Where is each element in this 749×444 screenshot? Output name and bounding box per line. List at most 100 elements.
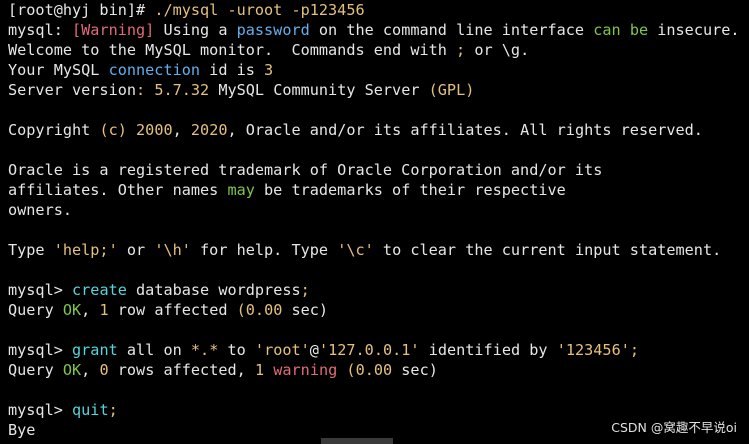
warning-text: on the command line interface xyxy=(309,21,594,39)
result-row-count: 1 xyxy=(99,301,109,319)
help-text: or xyxy=(117,241,155,259)
mysql-command-grant: mysql> grant all on *.* to 'root'@'127.0… xyxy=(8,340,749,360)
result-text: Query xyxy=(8,361,63,379)
help-text: for help. Type xyxy=(190,241,338,259)
sql-text: identified by xyxy=(419,341,557,359)
warning-line: mysql: [Warning] Using a password on the… xyxy=(8,20,749,40)
terminal-output: [root@hyj bin]# ./mysql -uroot -p123456 … xyxy=(8,0,749,440)
csdn-watermark: CSDN @窝趣不早说oi xyxy=(611,420,737,435)
connection-text: Your MySQL xyxy=(8,61,109,79)
result-text: Query xyxy=(8,301,63,319)
welcome-text: or \g. xyxy=(465,41,530,59)
help-command-h: '\h' xyxy=(154,241,191,259)
copyright-text: Copyright xyxy=(8,121,100,139)
server-version-text: MySQL Community Server xyxy=(209,81,429,99)
connection-id: 3 xyxy=(264,61,274,79)
result-warning-count: 1 xyxy=(254,361,265,379)
sql-keyword-grant: grant xyxy=(62,341,118,359)
sql-host: '127.0.0.1' xyxy=(318,341,420,359)
copyright-space xyxy=(127,121,136,139)
copyright-symbol: (c) xyxy=(99,121,127,139)
query-result-grant: Query OK, 0 rows affected, 1 warning (0.… xyxy=(8,360,749,380)
help-text: Type xyxy=(8,241,54,259)
mysql-command-quit: mysql> quit; xyxy=(8,400,749,420)
terminal-window[interactable]: [root@hyj bin]# ./mysql -uroot -p123456 … xyxy=(0,0,749,444)
server-version-number: 5.7.32 xyxy=(145,81,210,99)
copyright-year-end: 2020 xyxy=(190,121,228,139)
copyright-year-start: 2000 xyxy=(136,121,173,139)
warning-prefix: mysql: xyxy=(8,21,73,39)
result-time: (0.00 xyxy=(346,361,393,379)
help-command-c: '\c' xyxy=(337,241,374,259)
result-text: sec) xyxy=(392,361,438,379)
sql-text: database wordpress xyxy=(126,281,301,299)
sql-wildcard: *.* xyxy=(190,341,219,359)
mysql-command-create: mysql> create database wordpress; xyxy=(8,280,749,300)
welcome-semicolon: ; xyxy=(456,41,466,59)
result-text: sec) xyxy=(282,301,329,319)
copyright-comma: , xyxy=(172,121,191,139)
sql-password: '123456' xyxy=(556,341,630,359)
oracle-text: affiliates. Other names xyxy=(8,181,228,199)
warning-can-word: can xyxy=(593,21,621,39)
result-row-count: 0 xyxy=(99,361,109,379)
warning-text: insecure. xyxy=(648,21,740,39)
connection-text: id is xyxy=(200,61,265,79)
warning-password-word: password xyxy=(236,21,310,39)
shell-command: ./mysql -uroot -p123456 xyxy=(154,1,365,19)
query-result-create: Query OK, 1 row affected (0.00 sec) xyxy=(8,300,749,320)
warning-space xyxy=(621,21,630,39)
result-space xyxy=(264,361,273,379)
server-license: (GPL) xyxy=(428,81,475,99)
oracle-line-3: owners. xyxy=(8,200,749,220)
terminal-scrollbar[interactable] xyxy=(321,438,393,444)
mysql-prompt: mysql> xyxy=(8,401,63,419)
result-ok: OK xyxy=(62,301,82,319)
warning-text: Using a xyxy=(154,21,237,39)
connection-word: connection xyxy=(108,61,201,79)
oracle-text: owners. xyxy=(8,201,73,219)
result-ok: OK xyxy=(62,361,82,379)
oracle-line-2: affiliates. Other names may be trademark… xyxy=(8,180,749,200)
result-warning-word: warning xyxy=(273,361,338,379)
sql-text: all on xyxy=(117,341,191,359)
help-line: Type 'help;' or '\h' for help. Type '\c'… xyxy=(8,240,749,260)
connection-id-line: Your MySQL connection id is 3 xyxy=(8,60,749,80)
sql-keyword-create: create xyxy=(62,281,127,299)
oracle-may-word: may xyxy=(227,181,255,199)
help-text: to clear the current input statement. xyxy=(373,241,722,259)
server-version-label: Server version xyxy=(8,81,137,99)
oracle-line-1: Oracle is a registered trademark of Orac… xyxy=(8,160,749,180)
sql-at: @ xyxy=(309,341,319,359)
welcome-line: Welcome to the MySQL monitor. Commands e… xyxy=(8,40,749,60)
mysql-prompt: mysql> xyxy=(8,281,63,299)
oracle-text: be trademarks of their respective xyxy=(254,181,566,199)
copyright-text: , Oracle and/or its affiliates. All righ… xyxy=(227,121,703,139)
result-text: row affected xyxy=(108,301,237,319)
result-time: (0.00 xyxy=(236,301,283,319)
result-text: , xyxy=(81,361,100,379)
sql-text: to xyxy=(218,341,255,359)
result-text: rows affected, xyxy=(108,361,255,379)
sql-keyword-quit: quit xyxy=(62,401,109,419)
shell-command-line: [root@hyj bin]# ./mysql -uroot -p123456 xyxy=(8,0,749,20)
server-version-line: Server version: 5.7.32 MySQL Community S… xyxy=(8,80,749,100)
warning-be-word: be xyxy=(629,21,649,39)
shell-prompt: [root@hyj bin]# xyxy=(8,1,155,19)
bye-text: Bye xyxy=(8,421,36,439)
welcome-text: Welcome to the MySQL monitor. Commands e… xyxy=(8,41,457,59)
sql-semicolon: ; xyxy=(300,281,310,299)
oracle-text: Oracle is a registered trademark of Orac… xyxy=(8,161,603,179)
mysql-prompt: mysql> xyxy=(8,341,63,359)
sql-semicolon: ; xyxy=(108,401,118,419)
warning-tag: [Warning] xyxy=(72,21,155,39)
server-version-colon: : xyxy=(136,81,146,99)
result-text: , xyxy=(81,301,100,319)
help-command-help: 'help;' xyxy=(53,241,118,259)
